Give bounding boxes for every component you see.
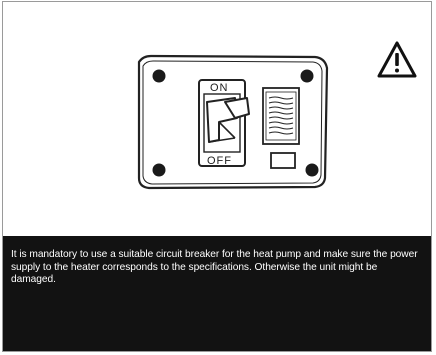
indicator-window-icon: [270, 152, 296, 169]
manual-page: ON OFF It is mandatory to use a suitable…: [2, 1, 432, 352]
screw-icon: [305, 163, 319, 177]
warning-notice: It is mandatory to use a suitable circui…: [3, 236, 431, 351]
warning-notice-text: It is mandatory to use a suitable circui…: [11, 249, 418, 286]
switch-on-label: ON: [210, 82, 229, 94]
label-plate-icon: [262, 87, 300, 145]
screw-icon: [152, 69, 166, 83]
warning-triangle-icon: [377, 41, 417, 78]
switch-off-label: OFF: [207, 155, 232, 167]
screw-icon: [152, 163, 166, 177]
screw-icon: [300, 69, 314, 83]
circuit-breaker-illustration: ON OFF: [137, 54, 329, 190]
